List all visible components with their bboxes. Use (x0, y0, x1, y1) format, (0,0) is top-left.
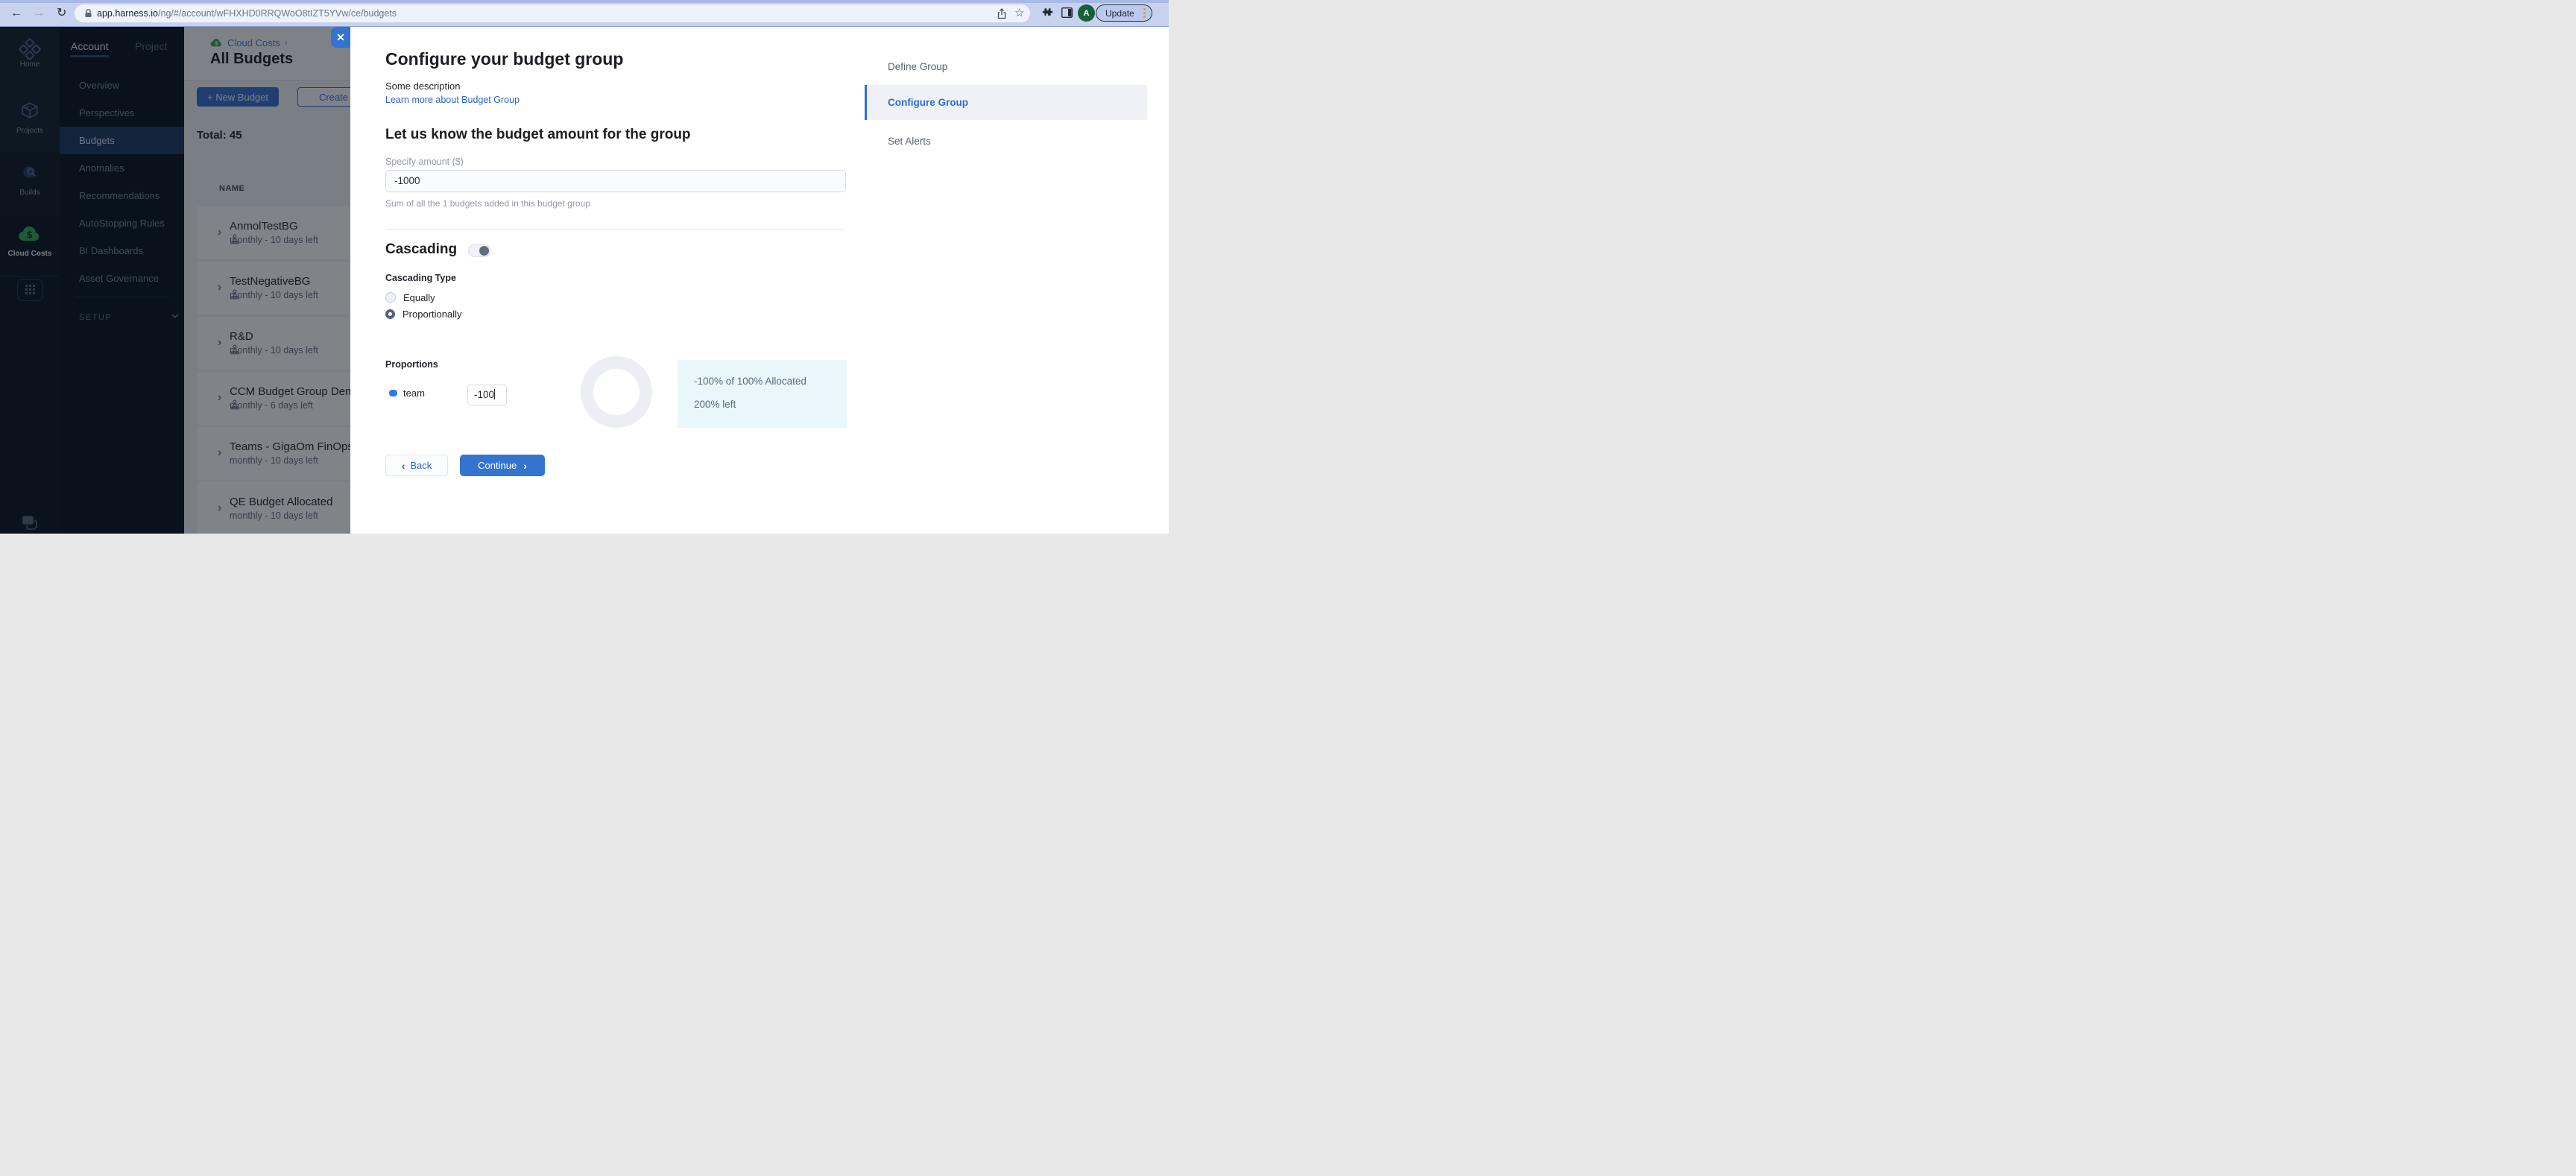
url-bar[interactable]: app.harness.io/ng/#/account/wFHXHD0RRQWo… (75, 4, 1030, 22)
learn-more-link[interactable]: Learn more about Budget Group (385, 95, 520, 105)
close-icon: ✕ (336, 31, 345, 43)
app-body: Home Projects Builds $ Cloud Costs (0, 27, 1169, 534)
share-icon[interactable] (997, 8, 1007, 19)
chevron-left-icon: ‹ (401, 459, 405, 472)
continue-button[interactable]: Continue › (460, 455, 545, 476)
modal-title: Configure your budget group (385, 49, 624, 69)
url-text: app.harness.io/ng/#/account/wFHXHD0RRQWo… (97, 8, 397, 19)
allocation-info-box: -100% of 100% Allocated 200% left (678, 360, 847, 428)
proportions-heading: Proportions (385, 359, 438, 370)
step-define-group[interactable]: Define Group (888, 61, 947, 72)
back-button[interactable]: ‹ Back (385, 455, 448, 476)
radio-equally[interactable]: Equally (385, 291, 435, 303)
radio-selected-icon (385, 309, 395, 319)
browser-toolbar: ← → ↻ app.harness.io/ng/#/account/wFHXHD… (0, 0, 1169, 27)
section-divider (385, 229, 845, 230)
amount-helper-text: Sum of all the 1 budgets added in this b… (385, 198, 590, 209)
allocated-text: -100% of 100% Allocated (694, 376, 806, 387)
text-cursor (494, 389, 496, 399)
proportion-item-label: team (403, 388, 425, 399)
step-configure-group[interactable]: Configure Group (865, 85, 1147, 120)
side-panel-icon[interactable] (1061, 7, 1073, 18)
cascading-toggle[interactable] (468, 244, 490, 257)
cascading-heading: Cascading (385, 241, 458, 257)
configure-budget-group-modal: ✕ Configure your budget group Some descr… (331, 27, 1169, 534)
allocation-donut-chart (581, 356, 652, 428)
browser-menu-icon[interactable] (1143, 8, 1146, 18)
step-set-alerts[interactable]: Set Alerts (888, 136, 931, 147)
modal-description: Some description (385, 80, 461, 92)
radio-proportionally[interactable]: Proportionally (385, 308, 462, 320)
proportion-input[interactable]: -100 (467, 385, 507, 405)
browser-reload-icon[interactable]: ↻ (57, 6, 66, 21)
avatar[interactable]: A (1078, 4, 1095, 22)
amount-input[interactable]: -1000 (385, 170, 846, 192)
screen: ← → ↻ app.harness.io/ng/#/account/wFHXHD… (0, 0, 1169, 534)
toggle-knob (479, 246, 489, 256)
browser-back-icon[interactable]: ← (10, 6, 22, 21)
budget-color-dot-icon (389, 390, 397, 396)
lock-icon (83, 8, 93, 19)
extensions-puzzle-icon[interactable] (1042, 7, 1053, 19)
amount-section-heading: Let us know the budget amount for the gr… (385, 127, 691, 142)
browser-forward-icon[interactable]: → (33, 6, 45, 21)
close-button[interactable]: ✕ (331, 27, 350, 48)
bookmark-star-icon[interactable]: ☆ (1014, 6, 1024, 19)
chevron-right-icon: › (523, 459, 527, 472)
left-text: 200% left (694, 399, 736, 410)
amount-field-label: Specify amount ($) (385, 157, 464, 167)
update-button[interactable]: Update (1096, 4, 1152, 22)
radio-icon (385, 292, 396, 303)
cascading-type-label: Cascading Type (385, 273, 456, 283)
